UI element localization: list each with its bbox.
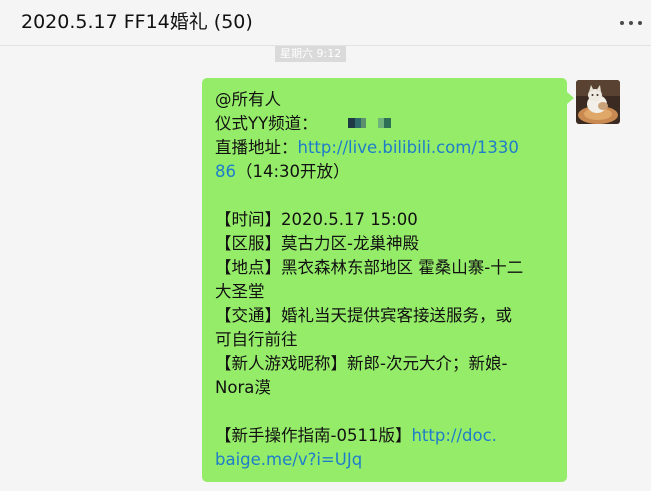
guide-url-link-continued[interactable]: baige.me/v?i=UJq	[215, 450, 362, 469]
cat-avatar-icon	[576, 80, 620, 124]
stream-label: 直播地址：	[215, 138, 298, 157]
dot	[620, 21, 624, 25]
redacted-channel-number	[347, 117, 396, 128]
message-bubble[interactable]: @所有人 仪式YY频道： 直播地址：http://live.bilibili.c…	[202, 78, 567, 482]
avatar[interactable]	[576, 80, 620, 124]
stream-line: 直播地址：http://live.bilibili.com/1330	[215, 136, 555, 160]
yy-channel-line: 仪式YY频道：	[215, 112, 555, 136]
guide-label: 【新手操作指南-0511版】	[215, 426, 412, 445]
stream-open-time: （14:30开放）	[236, 162, 350, 181]
stream-line-2: 86（14:30开放）	[215, 160, 555, 184]
stream-url-link[interactable]: http://live.bilibili.com/1330	[298, 138, 519, 157]
chat-title: 2020.5.17 FF14婚礼 (50)	[21, 11, 253, 33]
message-timestamp: 星期六 9:12	[275, 46, 347, 62]
dot	[638, 21, 642, 25]
location-line: 【地点】黑衣森林东部地区 霍桑山寨-十二	[215, 258, 524, 277]
nickname-line-2: Nora漠	[215, 378, 271, 397]
bubble-arrow	[567, 92, 574, 104]
more-options-icon[interactable]	[620, 21, 642, 27]
mention-all: @所有人	[215, 90, 281, 109]
chat-messages-area[interactable]: 星期六 9:12 @所有人 仪式YY频道： 直播地址：http://live.b…	[0, 46, 651, 491]
stream-url-link-continued[interactable]: 86	[215, 162, 236, 181]
location-line-2: 大圣堂	[215, 282, 265, 301]
chat-header: 2020.5.17 FF14婚礼 (50)	[0, 0, 651, 46]
yy-channel-label: 仪式YY频道：	[215, 114, 318, 133]
guide-line: 【新手操作指南-0511版】http://doc.	[215, 424, 555, 448]
nickname-line: 【新人游戏昵称】新郎-次元大介；新娘-	[215, 354, 508, 373]
guide-url-link[interactable]: http://doc.	[411, 426, 496, 445]
server-line: 【区服】莫古力区-龙巢神殿	[215, 234, 419, 253]
transport-line-2: 可自行前往	[215, 330, 298, 349]
transport-line: 【交通】婚礼当天提供宾客接送服务，或	[215, 306, 512, 325]
dot	[629, 21, 633, 25]
time-line: 【时间】2020.5.17 15:00	[215, 210, 418, 229]
guide-line-2: baige.me/v?i=UJq	[215, 448, 555, 472]
